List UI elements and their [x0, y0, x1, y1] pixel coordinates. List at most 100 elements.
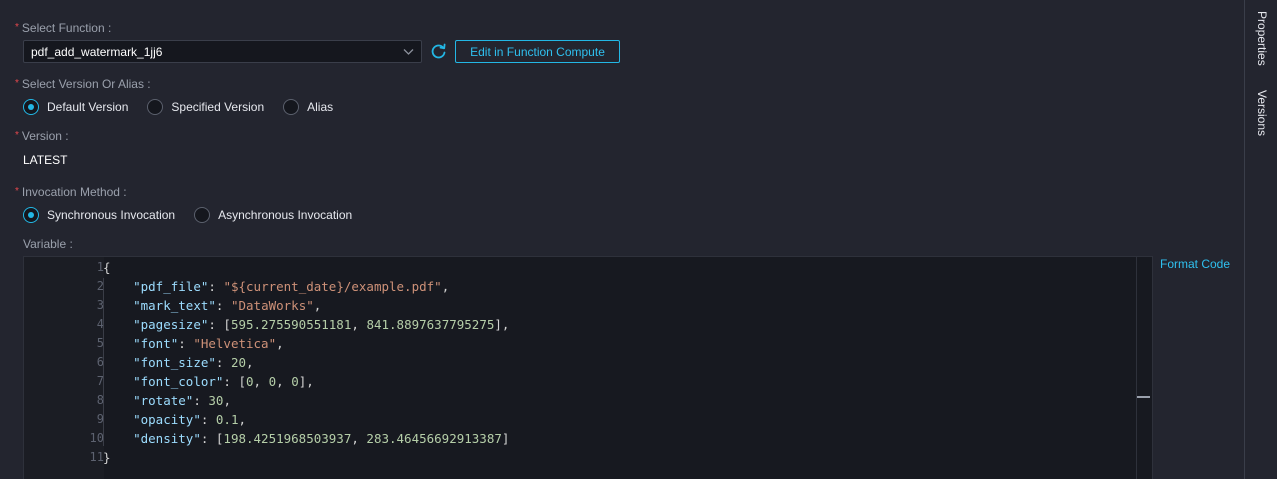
code-token: "density": [133, 431, 201, 446]
version-radio-group: Default Version Specified Version Alias: [23, 99, 352, 115]
code-line: "font_size": 20,: [103, 355, 254, 370]
code-token: "pdf_file": [133, 279, 209, 294]
code-token: 198.4251968503937: [223, 431, 352, 446]
code-token: :: [178, 336, 194, 351]
variable-label: Variable :: [23, 237, 73, 251]
code-token: 0.1: [215, 412, 239, 427]
code-line: {: [103, 260, 111, 275]
code-token: ,: [253, 374, 269, 389]
radio-specified-version[interactable]: Specified Version: [147, 99, 264, 115]
code-token: :: [193, 393, 209, 408]
radio-checked-indicator: [23, 207, 39, 223]
required-marker: *: [15, 129, 19, 141]
select-function-label: * Select Function :: [15, 21, 112, 35]
radio-asynchronous-invocation[interactable]: Asynchronous Invocation: [194, 207, 352, 223]
code-token: ]: [501, 431, 510, 446]
code-token: ,: [238, 412, 247, 427]
edit-in-function-compute-button[interactable]: Edit in Function Compute: [455, 40, 620, 63]
code-token: :: [208, 279, 224, 294]
tab-versions[interactable]: Versions: [1255, 90, 1269, 136]
code-line: "rotate": 30,: [103, 393, 231, 408]
radio-synchronous-invocation[interactable]: Synchronous Invocation: [23, 207, 175, 223]
tab-properties[interactable]: Properties: [1255, 11, 1269, 66]
line-number: 5: [96, 336, 104, 350]
line-number: 6: [96, 355, 104, 369]
code-token: }: [103, 450, 111, 465]
code-line: "opacity": 0.1,: [103, 412, 246, 427]
code-token: ,: [441, 279, 450, 294]
version-value: LATEST: [23, 153, 68, 167]
code-token: "font_size": [133, 355, 216, 370]
line-number: 8: [96, 393, 104, 407]
code-token: "font_color": [133, 374, 224, 389]
version-or-alias-label: * Select Version Or Alias :: [15, 77, 151, 91]
required-marker: *: [15, 21, 19, 33]
line-number: 2: [96, 279, 104, 293]
line-number: 1: [96, 260, 104, 274]
code-token: ],: [298, 374, 314, 389]
code-token: "rotate": [133, 393, 194, 408]
radio-default-version[interactable]: Default Version: [23, 99, 128, 115]
right-side-panel: Properties Versions: [1244, 0, 1277, 479]
editor-scrollbar[interactable]: [1136, 257, 1152, 479]
version-label: * Version :: [15, 129, 69, 143]
line-number: 4: [96, 317, 104, 331]
code-token: ,: [313, 298, 322, 313]
format-code-link[interactable]: Format Code: [1160, 257, 1230, 271]
editor-gutter: 1 2 3 4 5 6 7 8 9 10 11: [24, 257, 104, 479]
function-config-form: * Select Function : pdf_add_watermark_1j…: [0, 0, 1244, 479]
radio-indicator: [194, 207, 211, 223]
function-select[interactable]: pdf_add_watermark_1jj6: [23, 40, 422, 63]
code-token: ,: [276, 336, 284, 351]
code-token: : [: [200, 431, 224, 446]
code-line: }: [103, 450, 111, 465]
scrollbar-marker: [1137, 396, 1150, 398]
code-token: 283.46456692913387: [366, 431, 502, 446]
invocation-radio-group: Synchronous Invocation Asynchronous Invo…: [23, 207, 371, 223]
code-token: 841.8897637795275: [366, 317, 495, 332]
code-line: "font": "Helvetica",: [103, 336, 284, 351]
code-token: ],: [494, 317, 510, 332]
code-token: :: [215, 355, 231, 370]
radio-indicator: [147, 99, 164, 115]
chevron-down-icon: [403, 49, 414, 55]
code-token: "DataWorks": [230, 298, 314, 313]
code-line: "pagesize": [595.275590551181, 841.88976…: [103, 317, 509, 332]
code-token: 0: [246, 374, 254, 389]
invocation-method-label: * Invocation Method :: [15, 185, 127, 199]
code-token: ,: [246, 355, 254, 370]
line-number: 9: [96, 412, 104, 426]
required-marker: *: [15, 185, 19, 197]
radio-indicator: [283, 99, 300, 115]
required-marker: *: [15, 77, 19, 89]
refresh-icon[interactable]: [430, 43, 447, 60]
line-number: 10: [89, 431, 104, 445]
radio-checked-indicator: [23, 99, 39, 115]
code-editor[interactable]: 1 2 3 4 5 6 7 8 9 10 11 { "pdf_file": "${current_d…: [23, 256, 1153, 479]
code-token: 20: [230, 355, 247, 370]
code-token: :: [200, 412, 216, 427]
code-token: "pagesize": [133, 317, 209, 332]
radio-alias[interactable]: Alias: [283, 99, 333, 115]
selected-function-value: pdf_add_watermark_1jj6: [31, 44, 163, 59]
code-line: "mark_text": "DataWorks",: [103, 298, 321, 313]
code-token: {: [103, 260, 111, 275]
line-number: 11: [89, 450, 104, 464]
code-token: "font": [133, 336, 179, 351]
code-token: ,: [351, 431, 367, 446]
code-token: 30: [208, 393, 224, 408]
code-token: ,: [276, 374, 292, 389]
code-token: 0: [268, 374, 277, 389]
code-token: : [: [208, 317, 231, 332]
code-token: 595.275590551181: [230, 317, 352, 332]
code-token: "Helvetica": [193, 336, 277, 351]
code-token: ,: [223, 393, 231, 408]
